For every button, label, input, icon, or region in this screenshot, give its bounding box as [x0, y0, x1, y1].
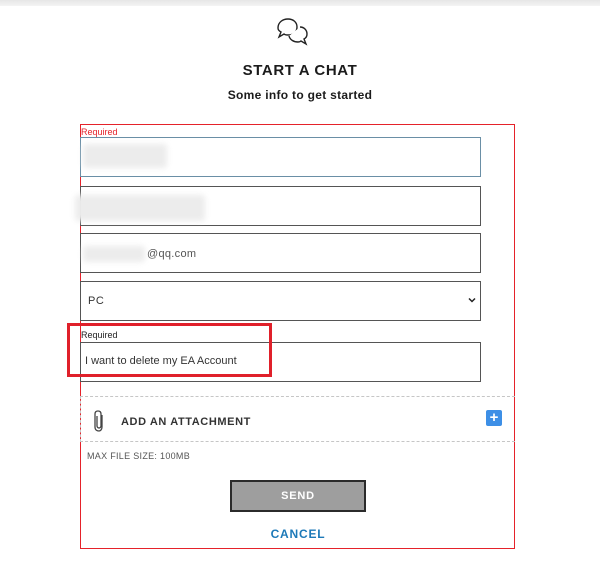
page-subtitle: Some info to get started — [227, 88, 373, 102]
chat-bubbles-icon — [277, 18, 308, 46]
redacted-value — [83, 144, 167, 168]
platform-select-value: PC — [88, 295, 105, 307]
platform-select[interactable] — [80, 281, 481, 321]
max-file-size-text: MAX FILE SIZE: 100MB — [87, 451, 191, 461]
top-bar — [0, 0, 600, 6]
email-field[interactable] — [80, 233, 481, 273]
attachment-border — [80, 396, 81, 442]
name-field[interactable] — [80, 137, 481, 177]
add-attachment-label[interactable]: ADD AN ATTACHMENT — [121, 416, 251, 428]
redacted-value — [83, 246, 145, 262]
second-name-field[interactable] — [75, 186, 481, 226]
page-title: START A CHAT — [242, 62, 358, 79]
paperclip-icon — [94, 410, 103, 432]
chevron-down-icon — [468, 297, 476, 303]
email-domain-text: @qq.com — [147, 248, 197, 260]
highlight-annotation — [67, 323, 272, 377]
send-button[interactable]: SEND — [230, 480, 366, 512]
plus-icon[interactable]: + — [486, 410, 502, 426]
cancel-link[interactable]: CANCEL — [230, 527, 366, 541]
required-label: Required — [81, 127, 118, 137]
redacted-value — [75, 195, 205, 221]
